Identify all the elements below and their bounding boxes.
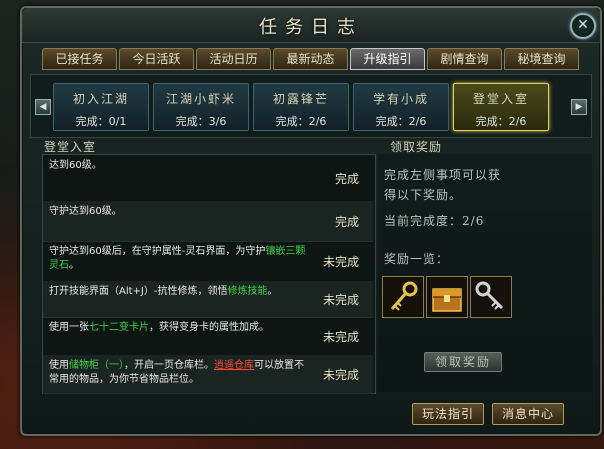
task-status: 未完成 bbox=[322, 367, 359, 382]
stage-card[interactable]: 初露锋芒完成：2/6 bbox=[253, 83, 349, 131]
task-status: 未完成 bbox=[322, 254, 359, 269]
stage-name: 登堂入室 bbox=[472, 92, 529, 106]
close-button[interactable]: ✕ bbox=[570, 13, 596, 39]
task-text: 达到60级。 bbox=[49, 160, 102, 171]
stage-card[interactable]: 初入江湖完成：0/1 bbox=[53, 83, 149, 131]
treasure-chest-icon bbox=[432, 288, 462, 312]
silver-key-icon bbox=[475, 281, 504, 310]
tab-6[interactable]: 秘境查询 bbox=[504, 48, 579, 70]
stage-progress: 完成：2/6 bbox=[475, 115, 527, 128]
progress-value: 2/6 bbox=[462, 214, 485, 228]
stage-card[interactable]: 登堂入室完成：2/6 bbox=[453, 83, 549, 131]
tab-1[interactable]: 今日活跃 bbox=[119, 48, 194, 70]
stage-name: 江湖小虾米 bbox=[165, 92, 236, 106]
task-row: 使用储物柜（一），开启一页仓库栏。逍遥仓库可以放置不常用的物品，为你节省物品栏位… bbox=[43, 355, 373, 394]
reward-title: 领取奖励 bbox=[390, 140, 443, 154]
task-text: 打开技能界面（Alt+J）-抗性修炼，领悟 bbox=[49, 286, 228, 297]
task-status: 完成 bbox=[334, 171, 359, 186]
task-row: 使用一张七十二变卡片，获得变身卡的属性加成。未完成 bbox=[43, 317, 373, 356]
task-description: 守护达到60级。 bbox=[49, 205, 307, 219]
message-center-button[interactable]: 消息中心 bbox=[492, 403, 564, 425]
task-text: 使用 bbox=[49, 360, 69, 371]
task-link[interactable]: 修炼技能 bbox=[227, 286, 267, 297]
quest-log-window: 任务日志 ✕ 已接任务 今日活跃 活动日历 最新动态 升级指引 剧情查询 秘境查询 ◀ ▶ … bbox=[20, 6, 602, 436]
stage-name: 学有小成 bbox=[372, 92, 429, 106]
task-list: 达到60级。 完成 守护达到60级。 完成 守护达到60级后，在守护属性-灵石界面，为守… bbox=[42, 154, 376, 394]
progress-label: 当前完成度： bbox=[384, 214, 463, 228]
task-text: 守护达到60级。 bbox=[49, 206, 122, 217]
title-bar: 任务日志 ✕ bbox=[22, 8, 600, 43]
task-text: 守护达到60级后，在守护属性-灵石界面，为守护 bbox=[49, 246, 266, 257]
task-description: 达到60级。 bbox=[49, 159, 307, 173]
task-link[interactable]: 储物柜（一） bbox=[69, 360, 124, 371]
task-status: 未完成 bbox=[322, 329, 359, 344]
stage-progress: 完成：3/6 bbox=[175, 115, 227, 128]
task-link[interactable]: 逍遥仓库 bbox=[214, 360, 254, 371]
task-status: 未完成 bbox=[322, 292, 359, 307]
section-title: 登堂入室 bbox=[44, 140, 97, 154]
task-row: 守护达到60级后，在守护属性-灵石界面，为守护镶嵌三颗灵石。 未完成 bbox=[43, 241, 373, 282]
reward-slot-treasure-chest[interactable] bbox=[426, 276, 468, 318]
tab-4[interactable]: 升级指引 bbox=[350, 48, 425, 70]
stage-name: 初露锋芒 bbox=[272, 92, 329, 106]
task-row: 打开技能界面（Alt+J）-抗性修炼，领悟修炼技能。未完成 bbox=[43, 281, 373, 318]
reward-desc-line2: 得以下奖励。 bbox=[384, 188, 463, 202]
tab-5[interactable]: 剧情查询 bbox=[427, 48, 502, 70]
task-description: 守护达到60级后，在守护属性-灵石界面，为守护镶嵌三颗灵石。 bbox=[49, 245, 307, 273]
task-text: ，开启一页仓库栏。 bbox=[124, 360, 214, 371]
tab-3[interactable]: 最新动态 bbox=[273, 48, 348, 70]
task-link[interactable]: 七十二变卡片 bbox=[89, 322, 149, 333]
task-description: 使用一张七十二变卡片，获得变身卡的属性加成。 bbox=[49, 321, 307, 335]
claim-reward-button[interactable]: 领取奖励 bbox=[424, 352, 502, 372]
stage-progress: 完成：2/6 bbox=[375, 115, 427, 128]
tab-2[interactable]: 活动日历 bbox=[196, 48, 271, 70]
gold-key-icon bbox=[390, 281, 418, 311]
reward-panel: 完成左侧事项可以获 得以下奖励。 当前完成度：2/6 奖励一览： 领取奖励 bbox=[378, 154, 592, 392]
stage-selector: ◀ ▶ 初入江湖 完成：0/1 江湖小虾米 完成：3/6 初露锋芒 完成：2/6 学有小成完… bbox=[30, 74, 592, 138]
tab-bar: 已接任务 今日活跃 活动日历 最新动态 升级指引 剧情查询 秘境查询 bbox=[42, 48, 579, 70]
window-title: 任务日志 bbox=[259, 17, 363, 38]
completion-progress: 当前完成度：2/6 bbox=[384, 212, 484, 230]
next-stage-button[interactable]: ▶ bbox=[571, 99, 587, 115]
gameplay-guide-button[interactable]: 玩法指引 bbox=[412, 403, 484, 425]
task-text: 。 bbox=[69, 260, 79, 271]
reward-slot-silver-key[interactable] bbox=[470, 276, 512, 318]
reward-list-label: 奖励一览： bbox=[384, 252, 450, 266]
task-row: 守护达到60级。完成 bbox=[43, 201, 373, 242]
reward-desc-line1: 完成左侧事项可以获 bbox=[384, 168, 502, 182]
prev-stage-button[interactable]: ◀ bbox=[35, 99, 51, 115]
task-row: 达到60级。完成 bbox=[43, 155, 373, 202]
task-text: 使用一张 bbox=[49, 322, 89, 333]
task-description: 使用储物柜（一），开启一页仓库栏。逍遥仓库可以放置不常用的物品，为你节省物品栏位… bbox=[49, 359, 307, 387]
stage-card[interactable]: 学有小成完成：2/6 bbox=[353, 83, 449, 131]
task-status: 完成 bbox=[334, 214, 359, 229]
stage-progress: 完成：0/1 bbox=[75, 115, 127, 128]
task-text: 。 bbox=[267, 286, 278, 297]
reward-slot-gold-key[interactable] bbox=[382, 276, 424, 318]
stage-name: 初入江湖 bbox=[72, 92, 129, 106]
stage-card[interactable]: 江湖小虾米完成：3/6 bbox=[153, 83, 249, 131]
tab-0[interactable]: 已接任务 bbox=[42, 48, 117, 70]
task-text: ，获得变身卡的属性加成。 bbox=[149, 322, 269, 333]
task-description: 打开技能界面（Alt+J）-抗性修炼，领悟修炼技能。 bbox=[49, 285, 307, 299]
stage-progress: 完成：2/6 bbox=[275, 115, 327, 128]
